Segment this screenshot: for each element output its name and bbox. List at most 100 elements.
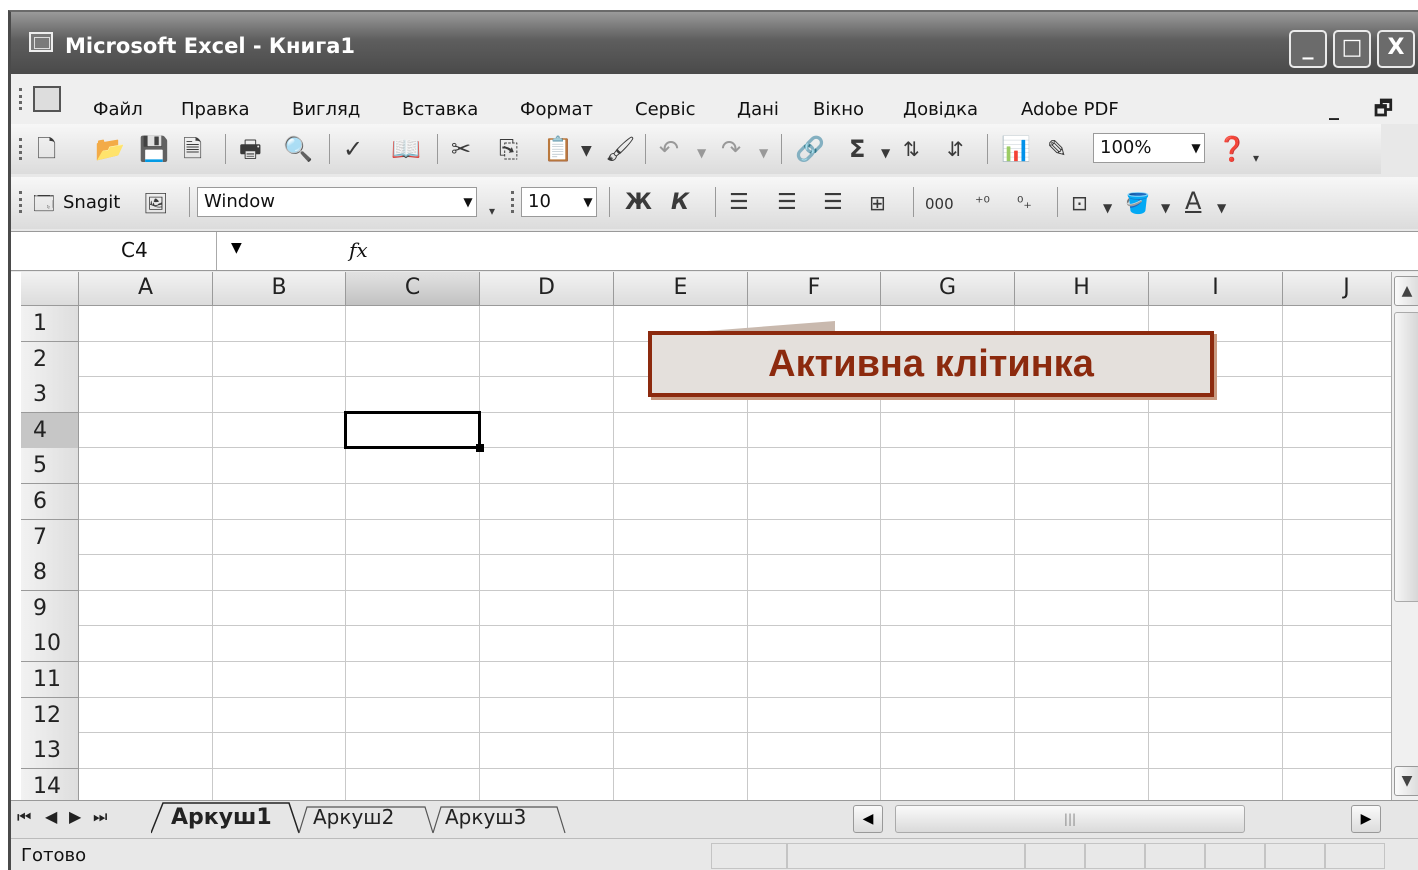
column-header-e[interactable]: E	[614, 272, 748, 306]
row-header-13[interactable]: 13	[21, 733, 79, 770]
vertical-scrollbar[interactable]: ▲ ▼	[1391, 272, 1418, 800]
spelling-icon[interactable]: ✓	[343, 137, 363, 161]
font-name-dropdown-icon[interactable]: ▼	[459, 188, 477, 216]
scroll-left-button[interactable]: ◀	[853, 805, 883, 833]
drawing-icon[interactable]: ✎	[1047, 137, 1067, 161]
autosum-dropdown-icon[interactable]: ▼	[881, 141, 890, 165]
scroll-down-button[interactable]: ▼	[1394, 766, 1418, 796]
prev-sheet-nav-icon[interactable]: ◀	[45, 807, 57, 826]
undo-icon[interactable]: ↶	[659, 137, 679, 161]
redo-dropdown-icon[interactable]: ▼	[759, 141, 768, 165]
column-header-f[interactable]: F	[748, 272, 881, 306]
menu-data[interactable]: Дані	[737, 99, 779, 120]
decrease-decimal-icon[interactable]: ⁰₊	[1017, 191, 1032, 215]
snagit-capture-icon[interactable]: 🖼	[143, 191, 168, 215]
toolbar-options-icon[interactable]: ▾	[1253, 146, 1259, 170]
print-preview-icon[interactable]: 🔍	[283, 137, 313, 161]
name-box-dropdown-icon[interactable]: ▼	[231, 240, 242, 256]
font-color-dropdown-icon[interactable]: ▼	[1217, 196, 1226, 220]
column-header-c[interactable]: C	[346, 272, 480, 306]
row-header-5[interactable]: 5	[21, 448, 79, 485]
document-icon[interactable]	[33, 86, 61, 112]
fill-handle[interactable]	[476, 444, 484, 453]
name-box[interactable]: C4	[21, 232, 217, 270]
snagit-icon[interactable]: 🗔	[33, 191, 55, 215]
menu-view[interactable]: Вигляд	[292, 99, 360, 120]
row-header-4[interactable]: 4	[21, 412, 79, 449]
column-header-b[interactable]: B	[213, 272, 346, 306]
undo-dropdown-icon[interactable]: ▼	[697, 141, 706, 165]
column-header-j[interactable]: J	[1283, 272, 1391, 306]
zoom-dropdown-icon[interactable]: ▼	[1187, 134, 1205, 162]
italic-button[interactable]: К	[671, 191, 689, 215]
close-button[interactable]: X	[1377, 30, 1415, 68]
save-icon[interactable]: 💾	[139, 137, 169, 161]
help-icon[interactable]: ❓	[1217, 137, 1247, 161]
next-sheet-nav-icon[interactable]: ▶	[69, 807, 81, 826]
column-header-d[interactable]: D	[480, 272, 614, 306]
horizontal-scroll-thumb[interactable]: |||	[895, 805, 1245, 833]
column-header-g[interactable]: G	[881, 272, 1015, 306]
excel-app-icon[interactable]	[29, 32, 53, 52]
increase-decimal-icon[interactable]: ⁺⁰	[975, 191, 990, 215]
font-color-icon[interactable]: A	[1185, 189, 1201, 213]
column-header-i[interactable]: I	[1149, 272, 1283, 306]
menu-format[interactable]: Формат	[520, 99, 593, 120]
paste-icon[interactable]: 📋	[543, 137, 573, 161]
comma-style-button[interactable]: 000	[925, 195, 954, 213]
maximize-button[interactable]: □	[1333, 30, 1371, 68]
scroll-up-button[interactable]: ▲	[1394, 276, 1418, 306]
snagit-label[interactable]: Snagit	[63, 192, 120, 213]
menu-file[interactable]: Файл	[93, 99, 143, 120]
menu-adobe-pdf[interactable]: Adobe PDF	[1021, 99, 1119, 120]
select-all-corner[interactable]	[21, 272, 79, 306]
first-sheet-nav-icon[interactable]: ⏮	[17, 807, 31, 827]
title-bar[interactable]: Microsoft Excel - Книга1 _ □ X	[11, 12, 1418, 74]
menu-edit[interactable]: Правка	[181, 99, 250, 120]
column-header-h[interactable]: H	[1015, 272, 1149, 306]
bold-button[interactable]: Ж	[625, 191, 652, 215]
row-header-14[interactable]: 14	[21, 768, 79, 800]
toolbar-grip[interactable]	[19, 191, 25, 213]
vertical-scroll-thumb[interactable]	[1394, 312, 1418, 602]
insert-function-icon[interactable]: fx	[349, 238, 368, 262]
menu-help[interactable]: Довідка	[903, 99, 978, 120]
font-name-combo[interactable]: Window	[197, 187, 477, 217]
chart-wizard-icon[interactable]: 📊	[1001, 137, 1031, 161]
minimize-button[interactable]: _	[1289, 30, 1327, 68]
row-header-6[interactable]: 6	[21, 484, 79, 520]
toolbar-grip[interactable]	[19, 88, 25, 110]
menu-tools[interactable]: Сервіс	[635, 99, 696, 120]
toolbar-grip[interactable]	[511, 191, 517, 213]
autosum-icon[interactable]: Σ	[849, 137, 865, 161]
row-header-12[interactable]: 12	[21, 697, 79, 734]
active-cell[interactable]	[344, 410, 481, 450]
merge-center-icon[interactable]: ⊞	[869, 191, 886, 215]
align-center-icon[interactable]: ☰	[777, 191, 797, 215]
paste-dropdown-icon[interactable]: ▼	[581, 139, 592, 163]
row-header-8[interactable]: 8	[21, 555, 79, 592]
row-header-10[interactable]: 10	[21, 626, 79, 663]
format-painter-icon[interactable]: 🖌	[605, 137, 635, 161]
permission-icon[interactable]: 🗎	[183, 137, 202, 161]
font-size-dropdown-icon[interactable]: ▼	[579, 188, 597, 216]
row-header-9[interactable]: 9	[21, 590, 79, 627]
row-header-7[interactable]: 7	[21, 519, 79, 556]
borders-icon[interactable]: ⊡	[1071, 191, 1088, 215]
copy-icon[interactable]: ⎘	[499, 137, 518, 161]
align-right-icon[interactable]: ☰	[823, 191, 843, 215]
menu-window[interactable]: Вікно	[813, 99, 864, 120]
sort-descending-icon[interactable]: ⇵	[947, 137, 964, 161]
align-left-icon[interactable]: ☰	[729, 191, 749, 215]
fill-color-dropdown-icon[interactable]: ▼	[1161, 196, 1170, 220]
formula-input[interactable]	[381, 232, 1418, 270]
research-icon[interactable]: 📖	[391, 137, 421, 161]
last-sheet-nav-icon[interactable]: ⏭	[93, 807, 107, 827]
open-folder-icon[interactable]: 📂	[95, 137, 125, 161]
row-header-2[interactable]: 2	[21, 341, 79, 378]
borders-dropdown-icon[interactable]: ▼	[1103, 196, 1112, 220]
scroll-right-button[interactable]: ▶	[1351, 805, 1381, 833]
menu-insert[interactable]: Вставка	[402, 99, 478, 120]
column-header-a[interactable]: A	[79, 272, 213, 306]
fill-color-icon[interactable]: 🪣	[1125, 191, 1150, 215]
